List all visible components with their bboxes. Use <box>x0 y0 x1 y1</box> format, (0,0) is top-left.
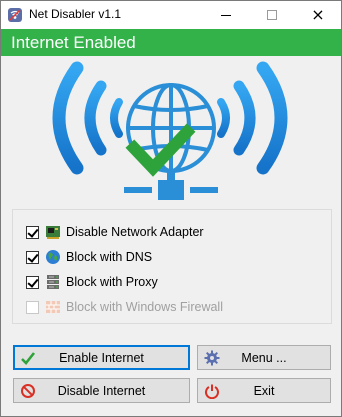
server-icon <box>47 275 59 289</box>
exit-button[interactable]: Exit <box>197 378 331 403</box>
option-block-windows-firewall: Block with Windows Firewall <box>26 299 223 315</box>
checkbox[interactable] <box>26 250 39 264</box>
app-icon <box>8 8 22 22</box>
maximize-button[interactable] <box>249 1 295 29</box>
enable-internet-button[interactable]: Enable Internet <box>13 345 190 370</box>
checkbox[interactable] <box>26 275 39 289</box>
option-label: Block with Proxy <box>66 275 158 289</box>
disable-internet-label: Disable Internet <box>57 383 146 398</box>
gear-icon <box>204 350 220 366</box>
option-label: Disable Network Adapter <box>66 225 204 239</box>
option-label: Block with Windows Firewall <box>66 300 223 314</box>
option-block-dns[interactable]: Block with DNS <box>26 249 152 265</box>
checkbox[interactable] <box>26 225 39 239</box>
maximize-icon <box>267 10 277 20</box>
power-icon <box>205 384 219 399</box>
globe-wifi-check-icon <box>52 61 288 200</box>
prohibited-icon <box>21 384 35 398</box>
disable-internet-button[interactable]: Disable Internet <box>13 378 190 403</box>
minimize-button[interactable] <box>203 1 249 29</box>
close-button[interactable]: × <box>295 1 341 29</box>
network-adapter-icon <box>46 226 60 239</box>
enable-internet-label: Enable Internet <box>59 350 144 365</box>
minimize-icon <box>221 14 231 16</box>
options-group: Disable Network Adapter Block with DNS B… <box>12 209 332 324</box>
option-disable-network-adapter[interactable]: Disable Network Adapter <box>26 224 204 240</box>
network-base <box>124 171 218 200</box>
status-text: Internet Enabled <box>11 33 136 52</box>
check-icon <box>21 352 36 365</box>
option-block-proxy[interactable]: Block with Proxy <box>26 274 158 290</box>
close-icon: × <box>311 5 325 24</box>
menu-button[interactable]: Menu ... <box>197 345 331 370</box>
signal-waves-left <box>52 61 123 175</box>
option-label: Block with DNS <box>66 250 153 264</box>
title-bar[interactable]: Net Disabler v1.1 × <box>1 1 341 29</box>
check-mark <box>125 123 196 177</box>
status-banner: Internet Enabled <box>1 29 341 56</box>
firewall-icon <box>46 301 60 313</box>
checkbox <box>26 300 39 314</box>
window-title: Net Disabler v1.1 <box>29 7 122 21</box>
globe-icon <box>46 250 60 264</box>
app-window: Net Disabler v1.1 × Internet Enabled Dis… <box>0 0 342 417</box>
signal-waves-right <box>217 61 288 175</box>
